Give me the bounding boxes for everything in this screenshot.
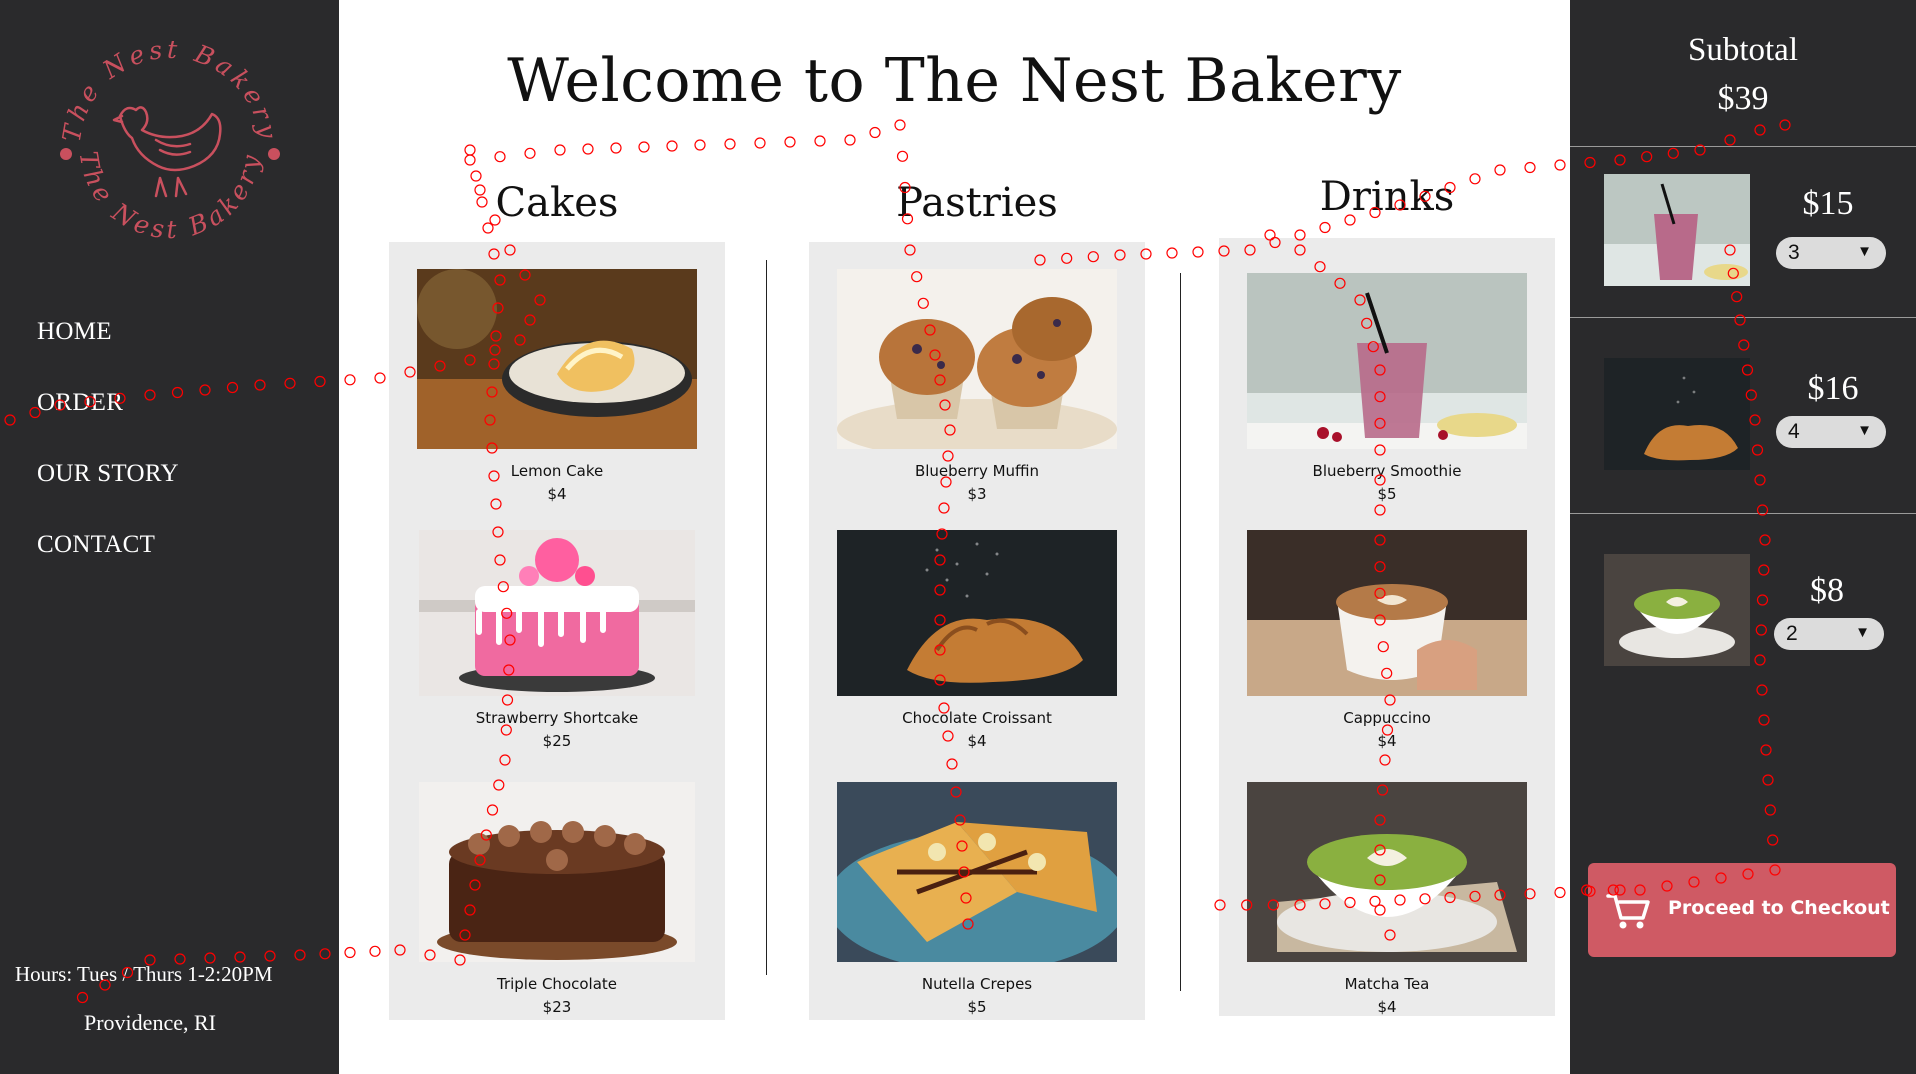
- proceed-to-checkout-button[interactable]: Proceed to Checkout: [1588, 863, 1896, 957]
- item-name: Blueberry Muffin: [914, 462, 1040, 480]
- blueberry-muffin-photo: [837, 269, 1117, 459]
- svg-text:The Nest Bakery: The Nest Bakery: [74, 149, 267, 244]
- nutella-crepes-photo: [827, 782, 1127, 972]
- sidebar: The Nest Bakery The Nest Bakery HOME ORD…: [0, 0, 339, 1074]
- cart-item: $8 2 ▼: [1570, 514, 1916, 684]
- item-name: Matcha Tea: [1344, 975, 1430, 993]
- item-price: $4: [547, 485, 567, 503]
- item-price: $4: [967, 732, 987, 750]
- quantity-value: 3: [1788, 241, 1800, 264]
- category-pastries: Blueberry Muffin $3 Chocolate Croissant …: [809, 242, 1145, 1020]
- item-price: $4: [1377, 732, 1397, 750]
- nav-our-story[interactable]: OUR STORY: [37, 460, 179, 531]
- quantity-value: 2: [1786, 622, 1798, 645]
- chevron-down-icon: ▼: [1855, 624, 1870, 641]
- nav-home[interactable]: HOME: [37, 318, 179, 389]
- triple-chocolate-photo: [419, 782, 695, 962]
- checkout-label: Proceed to Checkout: [1668, 897, 1890, 919]
- item-price: $3: [967, 485, 987, 503]
- subtotal-label: Subtotal: [1687, 32, 1798, 68]
- category-drinks: Blueberry Smoothie $5 Cappuccino $4 Matc…: [1219, 238, 1555, 1016]
- chocolate-croissant-photo: [1604, 358, 1750, 470]
- page-title: Welcome to The Nest Bakery: [507, 46, 1402, 116]
- column-divider: [1180, 273, 1181, 991]
- category-title-cakes: Cakes: [495, 180, 619, 226]
- item-name: Cappuccino: [1343, 709, 1431, 727]
- menu-item-triple-chocolate[interactable]: Triple Chocolate $23: [389, 782, 725, 1016]
- matcha-tea-photo: [1247, 782, 1527, 962]
- item-name: Chocolate Croissant: [902, 709, 1052, 727]
- quantity-select[interactable]: 2 ▼: [1774, 618, 1884, 650]
- item-name: Triple Chocolate: [496, 975, 618, 993]
- category-cakes: Lemon Cake $4 Strawberry Shortcake $25 T…: [389, 242, 725, 1020]
- shopping-cart-icon: [1606, 894, 1650, 929]
- chevron-down-icon: ▼: [1857, 243, 1872, 260]
- quantity-select[interactable]: 4 ▼: [1776, 416, 1886, 448]
- menu-item-lemon-cake[interactable]: Lemon Cake $4: [389, 269, 725, 503]
- item-price: $4: [1377, 998, 1397, 1016]
- item-name: Blueberry Smoothie: [1312, 462, 1462, 480]
- bakery-logo: The Nest Bakery The Nest Bakery: [57, 35, 283, 244]
- chocolate-croissant-photo: [837, 530, 1117, 696]
- cappuccino-photo: [1247, 530, 1527, 696]
- menu-item-chocolate-croissant[interactable]: Chocolate Croissant $4: [809, 530, 1145, 750]
- item-price: $5: [967, 998, 987, 1016]
- chevron-down-icon: ▼: [1857, 422, 1872, 439]
- nav-contact[interactable]: CONTACT: [37, 531, 179, 602]
- matcha-tea-photo: [1604, 554, 1750, 666]
- quantity-value: 4: [1788, 420, 1800, 443]
- item-name: Strawberry Shortcake: [475, 709, 639, 727]
- subtotal-value: $39: [1717, 80, 1769, 117]
- menu-item-matcha-tea[interactable]: Matcha Tea $4: [1219, 782, 1555, 1016]
- menu-item-blueberry-smoothie[interactable]: Blueberry Smoothie $5: [1219, 273, 1555, 503]
- cart-item-price: $15: [1802, 185, 1854, 222]
- lemon-cake-photo: [417, 269, 697, 449]
- store-hours: Hours: Tues / Thurs 1-2:20PM: [15, 962, 273, 986]
- category-title-pastries: Pastries: [896, 180, 1058, 226]
- item-price: $23: [542, 998, 572, 1016]
- menu-item-nutella-crepes[interactable]: Nutella Crepes $5: [809, 782, 1145, 1016]
- quantity-select[interactable]: 3 ▼: [1776, 237, 1886, 269]
- item-name: Nutella Crepes: [921, 975, 1033, 993]
- strawberry-shortcake-photo: [419, 530, 695, 696]
- store-location: Providence, RI: [84, 1010, 216, 1035]
- category-title-drinks: Drinks: [1319, 174, 1455, 220]
- nav-order[interactable]: ORDER: [37, 389, 179, 460]
- blueberry-smoothie-photo: [1604, 174, 1750, 286]
- cart-panel: Subtotal $39 $15 3 ▼ $16 4 ▼ $8 2 ▼ Proc…: [1570, 0, 1916, 1074]
- svg-text:The Nest Bakery: The Nest Bakery: [57, 35, 283, 144]
- cart-item: $15 3 ▼: [1570, 147, 1916, 317]
- menu-item-blueberry-muffin[interactable]: Blueberry Muffin $3: [809, 269, 1145, 503]
- cart-item-price: $16: [1807, 370, 1859, 407]
- item-name: Lemon Cake: [510, 462, 604, 480]
- item-price: $25: [542, 732, 572, 750]
- item-price: $5: [1377, 485, 1397, 503]
- column-divider: [766, 260, 767, 975]
- main-nav: HOME ORDER OUR STORY CONTACT: [37, 318, 179, 602]
- menu-area: Welcome to The Nest Bakery Cakes Lemon C…: [339, 0, 1570, 1074]
- menu-item-cappuccino[interactable]: Cappuccino $4: [1219, 530, 1555, 750]
- cart-item-price: $8: [1810, 572, 1844, 609]
- menu-item-strawberry-shortcake[interactable]: Strawberry Shortcake $25: [389, 530, 725, 750]
- blueberry-smoothie-photo: [1247, 273, 1527, 449]
- cart-item: $16 4 ▼: [1570, 318, 1916, 513]
